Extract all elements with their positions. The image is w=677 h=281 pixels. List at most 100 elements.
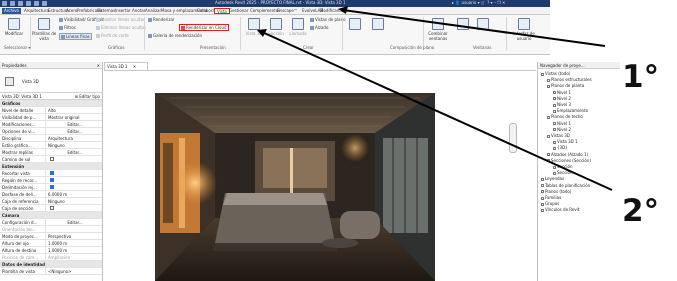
thin-lines-button[interactable]: Líneas finas [59,33,92,40]
browser-tree-item[interactable]: Nivel 2 [553,96,571,101]
property-value[interactable]: Ampliación [46,254,102,260]
browser-tree-item[interactable]: Nivel 2 [553,127,571,132]
property-checkbox-cell[interactable] [46,205,102,211]
browser-tree-item[interactable]: Vista 3D 1 [553,139,578,144]
checkbox-unchecked[interactable] [50,206,54,210]
browser-tree-item[interactable]: Nivel 1 [553,121,571,126]
browser-tree-item[interactable]: Nivel 3 [553,102,571,107]
property-category[interactable]: Cámara [0,212,102,219]
sheet-button[interactable] [345,18,365,31]
user-interface-button[interactable]: Interfaz de usuario [510,18,538,41]
tab-cc[interactable]: CC ▾ [336,8,349,14]
browser-tree-item[interactable]: Vistas 3D [547,133,570,138]
browser-item-label: {3D} [557,145,568,151]
property-value[interactable]: Perspectiva [46,233,102,239]
render-button[interactable]: Renderizar [148,17,175,22]
instance-selector[interactable]: Vista 3D: Vista 3D 1 ⊞ Editar tipo [0,93,102,100]
browser-tree-item[interactable]: Secciones (Sección) [547,158,591,163]
tab-archivo[interactable]: Archivo [2,8,21,14]
property-value[interactable]: 6.0000 m [46,191,102,197]
title-block-button[interactable] [368,18,388,31]
cut-profile-button[interactable]: Perfil de corte [96,33,129,38]
property-category[interactable]: Extensión [0,163,102,170]
tab-gestionar[interactable]: Gestionar [227,8,250,14]
browser-tree-item[interactable]: Planos estructurales [547,77,592,82]
checkbox-checked[interactable] [50,178,54,182]
property-value[interactable]: Alto [46,107,102,113]
property-value[interactable]: Mostrar original [46,114,102,120]
property-value[interactable]: Ninguno [46,198,102,204]
checkbox-unchecked[interactable] [50,157,54,161]
browser-tree-item[interactable]: Nivel 1 [553,90,571,95]
type-selector[interactable]: Vista 3D [0,69,102,93]
browser-tree-item[interactable]: Vistas (todo) [541,71,570,76]
browser-tree-item[interactable]: Leyendas [541,176,564,181]
browser-tree-item[interactable]: Familias [541,195,561,200]
switch-windows-icon [432,18,444,30]
navigation-bar[interactable] [509,123,517,153]
edit-button[interactable]: Editar... [46,149,102,155]
property-value[interactable] [46,226,102,232]
remove-hidden-lines-button[interactable]: Eliminar líneas ocultas [96,25,146,30]
render-in-cloud-button[interactable]: Renderizar en Cloud [179,24,229,31]
properties-grid: Gráficos Nivel de detalle Alto Visibilidad … [0,100,102,275]
title-bar-controls[interactable]: ▸ 👤 usuario ▾ 🛒 ? ▾ – ❐ ✕ [452,0,505,5]
property-checkbox-cell[interactable] [46,184,102,190]
property-category[interactable]: Datos de identidad [0,261,102,268]
edit-button[interactable]: Editar... [46,219,102,225]
tile-windows-button[interactable] [475,18,491,31]
property-value[interactable]: <Ninguno> [46,268,102,274]
browser-tree-item[interactable]: Planos de techo [547,114,583,119]
edit-button[interactable]: Editar... [46,121,102,127]
browser-tree-item[interactable]: Vínculos de Revit [541,207,579,212]
edit-button[interactable]: Editar... [46,128,102,134]
callout-button[interactable]: Llamada [288,18,308,36]
elevation-button[interactable]: Alzado [310,25,328,30]
switch-windows-button[interactable]: Combinar ventanas [425,18,451,41]
close-inactive-button[interactable] [455,18,471,31]
property-value[interactable]: 1.0000 m [46,240,102,246]
tab-enscape[interactable]: Enscape™ [275,8,300,14]
title-bar: Autodesk Revit 2025 - PROYECTO FINAL.rvt… [0,0,550,7]
show-hidden-lines-button[interactable]: Mostrar líneas ocultas [96,17,145,22]
modify-button[interactable]: Modificar [3,18,25,36]
edit-type-button[interactable]: ⊞ Editar tipo [75,93,100,100]
property-checkbox-cell[interactable] [46,177,102,183]
property-label: Región de recor... [0,177,46,183]
render-gallery-button[interactable]: Galería de renderización [148,33,202,38]
print-icon[interactable] [42,1,47,6]
browser-tree-item[interactable]: {3D} [553,145,568,150]
property-value[interactable]: 1.0000 m [46,247,102,253]
filters-button[interactable]: Filtros [59,25,76,30]
property-category[interactable]: Gráficos [0,100,102,107]
plan-views-button[interactable]: Vistas de plano [310,17,346,22]
browser-tree-item[interactable]: Planos de planta [547,83,584,88]
property-checkbox-cell[interactable] [46,156,102,162]
view-templates-button[interactable]: Plantillas de vista [32,18,56,41]
close-icon[interactable]: ✕ [97,62,100,69]
browser-tree-item[interactable]: Planos (todo) [541,189,571,194]
browser-tree-item[interactable]: Sección [553,164,573,169]
browser-tree-item[interactable]: Alzados (Alzado 1) [547,152,588,157]
section-button[interactable]: Sección [266,18,286,36]
property-checkbox-cell[interactable] [46,170,102,176]
redo-icon[interactable] [34,1,39,6]
undo-icon[interactable] [26,1,31,6]
quick-access-toolbar[interactable] [2,1,47,6]
panel-select-label[interactable]: Seleccionar ▾ [4,45,30,50]
browser-tree-item[interactable]: Tablas de planificación [541,183,590,188]
property-value[interactable]: Arquitectura [46,135,102,141]
save-icon[interactable] [18,1,23,6]
tab-vista-3d-1[interactable]: Vista 3D 1 ✕ [104,62,148,70]
default-3d-view-button[interactable]: Vista 3D [244,18,264,36]
property-row: Opciones de vi... Editar... [0,128,102,135]
checkbox-checked[interactable] [50,185,54,189]
browser-tree-item[interactable]: Emplazamiento [553,108,588,113]
checkbox-checked[interactable] [50,171,54,175]
revit-logo-icon[interactable] [2,1,7,6]
open-icon[interactable] [10,1,15,6]
browser-tree-item[interactable]: Sección [553,170,573,175]
property-value[interactable]: Ninguno [46,142,102,148]
browser-tree-item[interactable]: Grupos [541,201,559,206]
close-icon[interactable]: ✕ [133,64,136,69]
